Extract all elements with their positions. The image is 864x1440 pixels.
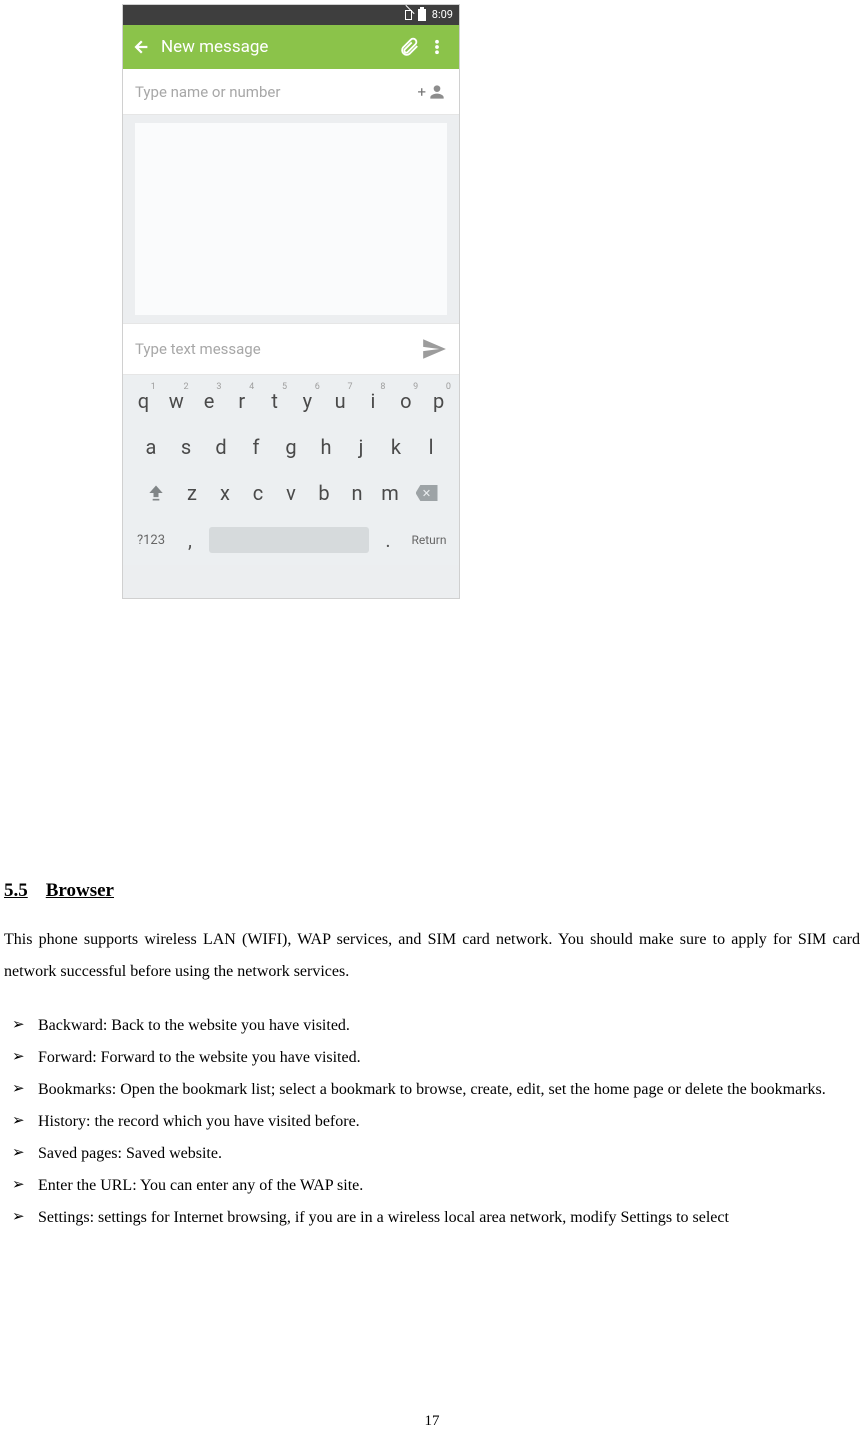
recipient-row: Type name or number + (123, 69, 459, 115)
keyboard-row-1: 1q2w3e4r5t6y7u8i9o0p (127, 381, 455, 421)
status-time: 8:09 (432, 5, 453, 25)
list-item: Enter the URL: You can enter any of the … (12, 1170, 860, 1202)
key-b[interactable]: b (309, 473, 340, 513)
list-item: Settings: settings for Internet browsing… (12, 1202, 860, 1234)
key-k[interactable]: k (380, 427, 413, 467)
section-title: Browser (46, 880, 114, 901)
paperclip-icon (398, 36, 420, 58)
person-icon (427, 82, 447, 102)
no-sim-icon (405, 10, 412, 20)
key-r[interactable]: 4r (226, 381, 257, 421)
key-e[interactable]: 3e (194, 381, 225, 421)
shift-key[interactable] (136, 473, 176, 513)
return-key[interactable]: Return (403, 533, 455, 547)
key-d[interactable]: d (205, 427, 238, 467)
app-bar: New message (123, 25, 459, 69)
space-key[interactable] (209, 527, 369, 553)
key-z[interactable]: z (177, 473, 208, 513)
message-thread-area (123, 115, 459, 323)
document-body: 5.5 Browser This phone supports wireless … (0, 880, 864, 1234)
battery-icon (418, 9, 426, 21)
soft-keyboard: 1q2w3e4r5t6y7u8i9o0p asdfghjkl zxcvbnm ✕… (123, 375, 459, 565)
back-button[interactable] (131, 38, 151, 56)
key-y[interactable]: 6y (292, 381, 323, 421)
add-contact-button[interactable]: + (417, 82, 447, 102)
section-intro: This phone supports wireless LAN (WIFI),… (4, 924, 860, 988)
key-l[interactable]: l (415, 427, 448, 467)
key-i[interactable]: 8i (358, 381, 389, 421)
section-heading: 5.5 Browser (4, 880, 860, 902)
feature-list: Backward: Back to the website you have v… (4, 1010, 860, 1234)
key-h[interactable]: h (310, 427, 343, 467)
shift-icon (146, 483, 166, 503)
period-key[interactable]: . (373, 528, 403, 552)
comma-key[interactable]: , (175, 528, 205, 552)
key-j[interactable]: j (345, 427, 378, 467)
page-number: 17 (0, 1413, 864, 1430)
list-item: History: the record which you have visit… (12, 1106, 860, 1138)
key-x[interactable]: x (210, 473, 241, 513)
key-g[interactable]: g (275, 427, 308, 467)
key-c[interactable]: c (243, 473, 274, 513)
compose-row: Type text message (123, 323, 459, 375)
key-s[interactable]: s (170, 427, 203, 467)
more-vert-icon (428, 38, 446, 56)
key-q[interactable]: 1q (128, 381, 159, 421)
list-item: Saved pages: Saved website. (12, 1138, 860, 1170)
list-item: Bookmarks: Open the bookmark list; selec… (12, 1074, 860, 1106)
key-t[interactable]: 5t (259, 381, 290, 421)
key-p[interactable]: 0p (423, 381, 454, 421)
list-item: Forward: Forward to the website you have… (12, 1042, 860, 1074)
message-input[interactable]: Type text message (135, 340, 419, 358)
keyboard-row-bottom: ?123 , . Return (127, 519, 455, 561)
list-item: Backward: Back to the website you have v… (12, 1010, 860, 1042)
keyboard-row-3-letters: zxcvbnm (176, 473, 407, 513)
attach-button[interactable] (395, 36, 423, 58)
send-button[interactable] (419, 336, 449, 362)
key-a[interactable]: a (135, 427, 168, 467)
key-n[interactable]: n (342, 473, 373, 513)
backspace-key[interactable]: ✕ (407, 473, 447, 513)
arrow-left-icon (132, 38, 150, 56)
status-bar: 8:09 (123, 5, 459, 25)
key-v[interactable]: v (276, 473, 307, 513)
symbols-key[interactable]: ?123 (127, 533, 175, 548)
key-o[interactable]: 9o (390, 381, 421, 421)
app-bar-title: New message (151, 37, 395, 57)
backspace-icon: ✕ (416, 485, 438, 501)
key-m[interactable]: m (375, 473, 406, 513)
section-number: 5.5 (4, 880, 28, 901)
overflow-button[interactable] (423, 38, 451, 56)
thread-inner (135, 123, 447, 315)
keyboard-row-2: asdfghjkl (127, 427, 455, 467)
recipient-input[interactable]: Type name or number (135, 83, 417, 101)
send-icon (421, 336, 447, 362)
key-f[interactable]: f (240, 427, 273, 467)
phone-screenshot: 8:09 New message Type name or number + T… (123, 5, 459, 598)
key-w[interactable]: 2w (161, 381, 192, 421)
keyboard-row-3: zxcvbnm ✕ (127, 473, 455, 513)
key-u[interactable]: 7u (325, 381, 356, 421)
plus-icon: + (417, 83, 426, 101)
